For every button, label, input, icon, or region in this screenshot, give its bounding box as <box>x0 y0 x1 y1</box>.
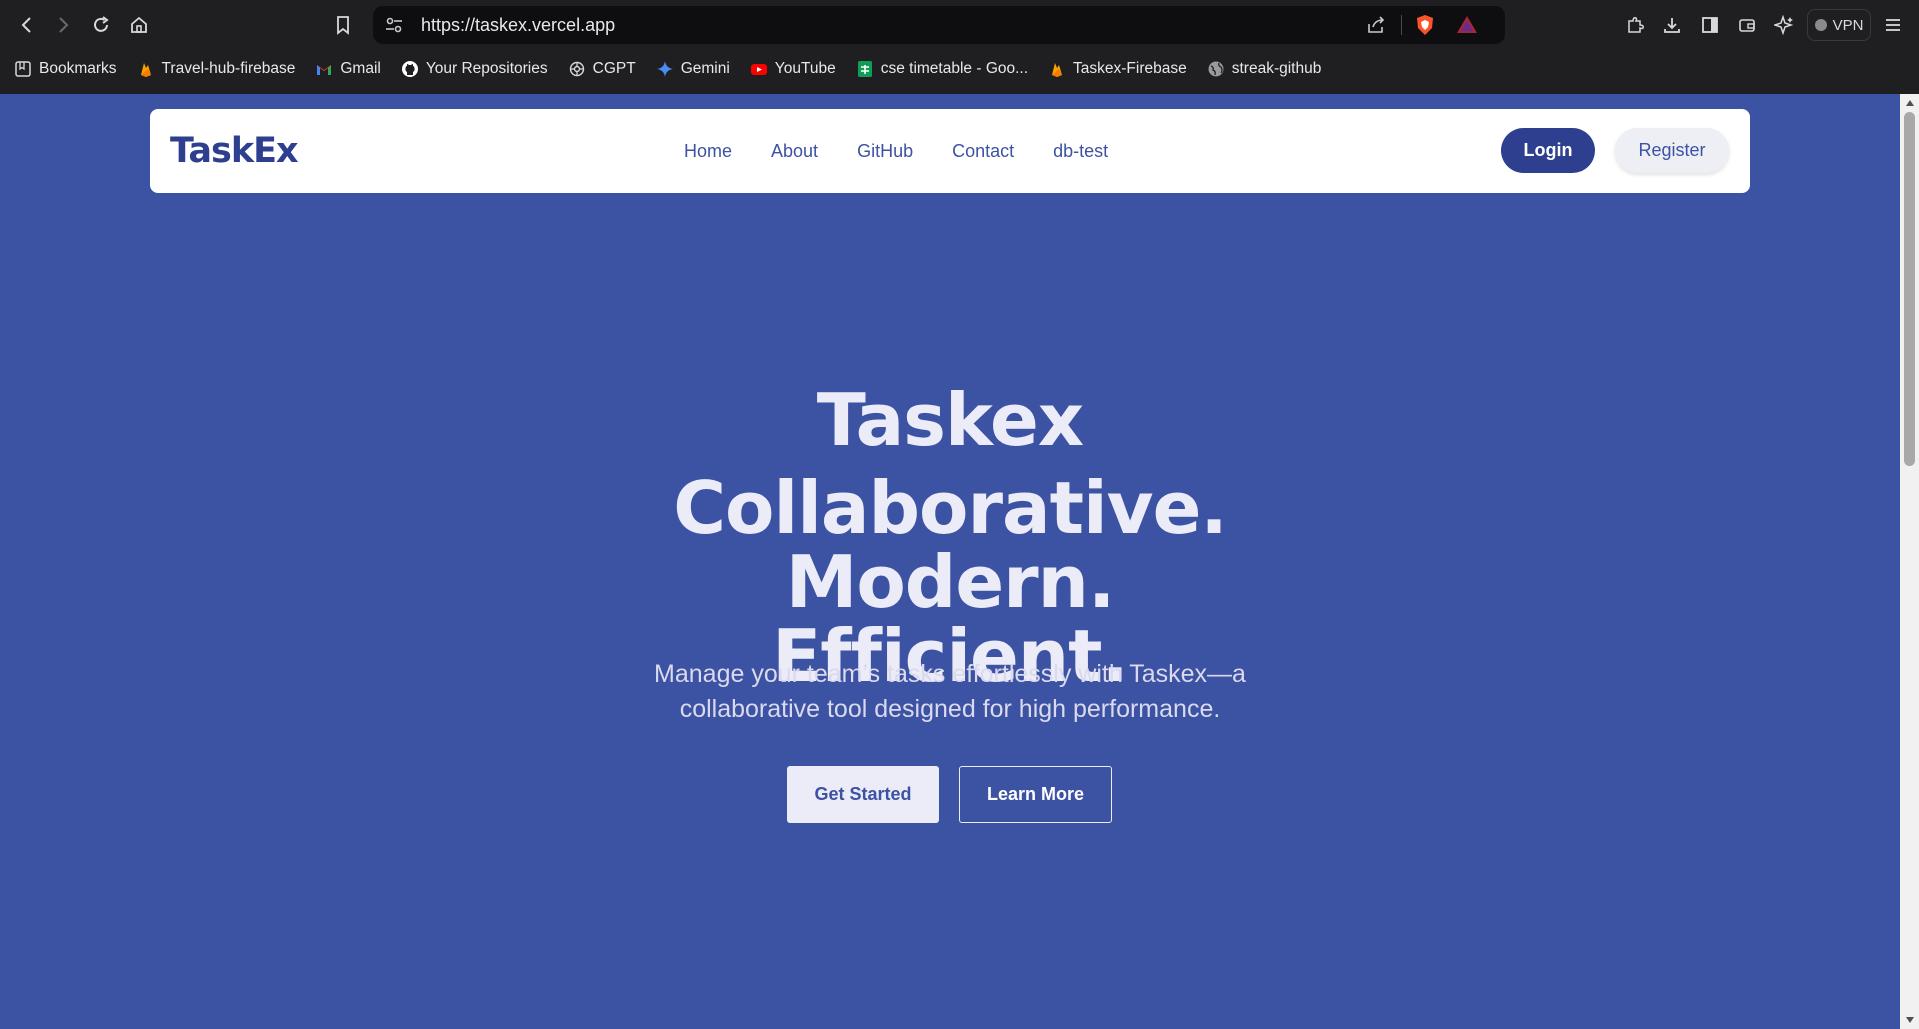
bookmark-item[interactable]: streak-github <box>1207 60 1321 78</box>
bookmark-item[interactable]: Bookmarks <box>14 60 117 78</box>
bookmark-item[interactable]: Gemini <box>656 60 730 78</box>
site-settings-icon[interactable] <box>383 14 405 36</box>
bookmark-item[interactable]: Gmail <box>315 60 381 78</box>
bookmark-item[interactable]: Travel-hub-firebase <box>137 60 295 78</box>
scrollbar-thumb[interactable] <box>1904 112 1915 466</box>
address-bar[interactable]: https://taskex.vercel.app <box>373 6 1505 44</box>
register-button[interactable]: Register <box>1615 128 1729 173</box>
bookmark-item[interactable]: Your Repositories <box>401 60 548 78</box>
nav-link-home[interactable]: Home <box>684 141 732 162</box>
forward-icon[interactable] <box>50 12 76 38</box>
nav-link-db-test[interactable]: db-test <box>1053 141 1108 162</box>
share-icon[interactable] <box>1365 14 1387 36</box>
bookmark-item[interactable]: cse timetable - Goo... <box>856 60 1028 78</box>
hero-title: Taskex <box>816 378 1085 462</box>
nav-link-about[interactable]: About <box>771 141 818 162</box>
bookmark-item[interactable]: Taskex-Firebase <box>1048 60 1187 78</box>
nav-links: Home About GitHub Contact db-test <box>684 109 1108 193</box>
sidebar-icon[interactable] <box>1697 12 1723 38</box>
bookmarks-folder-icon <box>14 60 32 78</box>
brave-shields-icon[interactable] <box>1413 13 1437 37</box>
bookmarks-bar: Bookmarks Travel-hub-firebase Gmail Your… <box>0 52 1919 86</box>
wallet-icon[interactable] <box>1734 12 1760 38</box>
globe-icon <box>1207 60 1225 78</box>
openai-icon <box>568 60 586 78</box>
vpn-button[interactable]: VPN <box>1807 9 1871 41</box>
bookmark-page-icon[interactable] <box>330 12 356 38</box>
firebase-icon <box>1048 60 1066 78</box>
browser-chrome: https://taskex.vercel.app VPN Bookmarks … <box>0 0 1919 94</box>
extensions-icon[interactable] <box>1622 12 1648 38</box>
vpn-label: VPN <box>1832 16 1864 34</box>
address-bar-divider <box>1401 15 1402 35</box>
reload-icon[interactable] <box>88 12 114 38</box>
bookmark-item[interactable]: CGPT <box>568 60 636 78</box>
learn-more-button[interactable]: Learn More <box>959 766 1112 823</box>
site-navbar: TaskEx Home About GitHub Contact db-test… <box>150 109 1750 193</box>
scroll-down-arrow-icon[interactable] <box>1906 1017 1914 1023</box>
brave-rewards-icon[interactable] <box>1455 13 1479 37</box>
home-icon[interactable] <box>126 12 152 38</box>
scroll-up-arrow-icon[interactable] <box>1906 100 1914 106</box>
leo-ai-icon[interactable] <box>1771 12 1797 38</box>
back-icon[interactable] <box>14 12 40 38</box>
nav-link-github[interactable]: GitHub <box>857 141 913 162</box>
sheets-icon <box>856 60 874 78</box>
url-text[interactable]: https://taskex.vercel.app <box>421 15 615 36</box>
gemini-icon <box>656 60 674 78</box>
bookmark-item[interactable]: YouTube <box>750 60 836 78</box>
brand-logo[interactable]: TaskEx <box>170 131 299 171</box>
menu-icon[interactable] <box>1880 12 1906 38</box>
hero-tagline-line-1: Collaborative. Modern. <box>673 466 1228 624</box>
download-icon[interactable] <box>1659 12 1685 38</box>
github-icon <box>401 60 419 78</box>
vpn-status-icon <box>1814 19 1827 31</box>
hero-description-line-2: collaborative tool designed for high per… <box>679 695 1221 723</box>
firebase-icon <box>137 60 155 78</box>
hero-description-line-1: Manage your team’s tasks effortlessly wi… <box>654 660 1246 688</box>
page-viewport: TaskEx Home About GitHub Contact db-test… <box>0 94 1900 1029</box>
youtube-icon <box>750 60 768 78</box>
page-scrollbar[interactable] <box>1900 94 1919 1029</box>
get-started-button[interactable]: Get Started <box>787 766 939 823</box>
login-button[interactable]: Login <box>1501 128 1595 173</box>
browser-toolbar: https://taskex.vercel.app VPN <box>0 0 1919 50</box>
hero-description: Manage your team’s tasks effortlessly wi… <box>630 657 1270 727</box>
nav-link-contact[interactable]: Contact <box>952 141 1014 162</box>
gmail-icon <box>315 60 333 78</box>
